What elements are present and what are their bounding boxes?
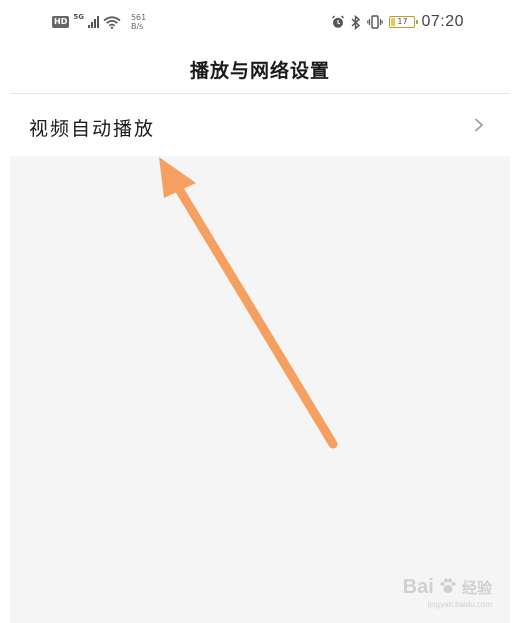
network-speed-value: 561 <box>130 13 147 22</box>
content-area <box>10 156 510 623</box>
watermark-text-group: Bai 经验 jingyan.baidu.com <box>403 576 492 609</box>
battery-icon: 17 <box>389 16 419 28</box>
signal-icon <box>87 16 99 28</box>
page-title: 播放与网络设置 <box>189 60 330 82</box>
status-right-group: 17 07:20 <box>331 13 464 31</box>
watermark-brand: Bai <box>402 576 434 598</box>
watermark-brand-line: Bai 经验 <box>403 576 492 600</box>
setting-row-video-autoplay[interactable]: 视频自动播放 <box>10 94 510 156</box>
battery-level-text: 17 <box>397 17 408 26</box>
status-left-group: HD 5G 561 B/s <box>52 13 146 31</box>
hd-icon: HD <box>52 16 70 28</box>
network-type-label: 5G <box>73 13 84 21</box>
baidu-jingyan-watermark: Bai 经验 jingyan.baidu.com <box>403 576 492 609</box>
status-bar: HD 5G 561 B/s 17 07:20 <box>10 0 510 46</box>
network-speed: 561 B/s <box>131 13 146 31</box>
chevron-right-icon <box>475 118 483 132</box>
vibrate-icon <box>367 15 384 29</box>
watermark-url: jingyan.baidu.com <box>427 600 492 609</box>
paw-icon <box>440 578 456 593</box>
wifi-icon <box>103 15 121 29</box>
setting-label: 视频自动播放 <box>29 118 156 140</box>
watermark-brand-suffix: 经验 <box>461 580 492 597</box>
bluetooth-icon <box>351 14 361 30</box>
network-speed-unit: B/s <box>130 22 144 31</box>
phone-screen: HD 5G 561 B/s 17 07:20 播放与网络设置 视频自动播放 Ba… <box>10 0 510 623</box>
page-header: 播放与网络设置 <box>10 46 510 93</box>
alarm-icon <box>332 15 345 28</box>
status-clock: 07:20 <box>421 13 464 30</box>
